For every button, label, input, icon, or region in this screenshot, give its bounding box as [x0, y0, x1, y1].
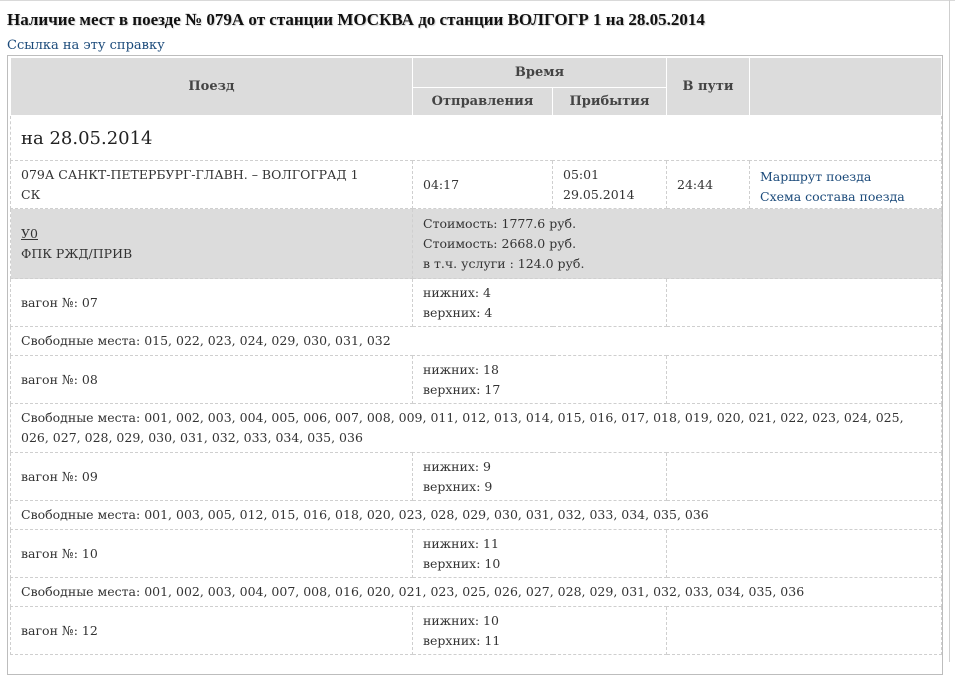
departure-time: 04:17: [412, 160, 553, 209]
wagon-number: вагон №: 12: [10, 606, 413, 655]
route-link[interactable]: Маршрут поезда: [760, 167, 931, 187]
wagon-empty-cell: [666, 278, 942, 327]
lower-berths: нижних: 9: [423, 458, 492, 474]
arrival-cell: 05:01 29.05.2014: [552, 160, 667, 209]
wagon-row: вагон №: 07 нижних: 4 верхних: 4: [10, 278, 942, 327]
free-seats-row: Свободные места: 015, 022, 023, 024, 029…: [10, 326, 942, 356]
car-class-cell: У0 ФПК РЖД/ПРИВ: [10, 208, 413, 279]
travel-duration: 24:44: [666, 160, 750, 209]
wagon-berths: нижних: 4 верхних: 4: [412, 278, 667, 327]
train-class: СК: [21, 186, 41, 202]
wagon-empty-cell: [666, 606, 942, 655]
carrier-name: ФПК РЖД/ПРИВ: [21, 245, 133, 261]
car-class-code[interactable]: У0: [21, 224, 402, 244]
car-class-row: У0 ФПК РЖД/ПРИВ Стоимость: 1777.6 руб. С…: [10, 208, 942, 279]
service-cost: в т.ч. услуги : 124.0 руб.: [423, 255, 585, 271]
wagon-number: вагон №: 10: [10, 529, 413, 578]
upper-berths: верхних: 9: [423, 478, 493, 494]
wagon-empty-cell: [666, 529, 942, 578]
upper-berths: верхних: 11: [423, 632, 501, 648]
lower-berths: нижних: 4: [423, 284, 492, 300]
lower-berths: нижних: 11: [423, 535, 499, 551]
arrival-time: 05:01: [563, 166, 600, 182]
header-time: Время: [412, 57, 667, 88]
availability-table: Поезд Время В пути Отправления Прибытия …: [10, 57, 942, 655]
cost-line-1: Стоимость: 1777.6 руб.: [423, 215, 577, 231]
wagon-row: вагон №: 12 нижних: 10 верхних: 11: [10, 606, 942, 655]
train-scheme-link[interactable]: Схема состава поезда: [760, 187, 931, 207]
report-link[interactable]: Ссылка на эту справку: [7, 38, 165, 53]
table-header-row-1: Поезд Время В пути: [10, 57, 942, 116]
header-arrival: Прибытия: [552, 87, 667, 116]
wagon-berths: нижних: 18 верхних: 17: [412, 355, 667, 404]
wagon-row: вагон №: 09 нижних: 9 верхних: 9: [10, 452, 942, 501]
wagon-berths: нижних: 9 верхних: 9: [412, 452, 667, 501]
top-divider: [0, 0, 955, 1]
header-links: [749, 57, 942, 116]
wagon-number: вагон №: 09: [10, 452, 413, 501]
wagon-berths: нижних: 11 верхних: 10: [412, 529, 667, 578]
cost-cell: Стоимость: 1777.6 руб. Стоимость: 2668.0…: [412, 208, 942, 279]
arrival-date: 29.05.2014: [563, 186, 635, 202]
free-seats-row: Свободные места: 001, 003, 005, 012, 015…: [10, 500, 942, 530]
free-seats: Свободные места: 001, 002, 003, 004, 005…: [10, 403, 942, 453]
wagon-empty-cell: [666, 452, 942, 501]
wagon-row: вагон №: 10 нижних: 11 верхних: 10: [10, 529, 942, 578]
header-travel-time: В пути: [666, 57, 750, 116]
date-row: на 28.05.2014: [10, 115, 942, 161]
wagon-number: вагон №: 08: [10, 355, 413, 404]
wagon-empty-cell: [666, 355, 942, 404]
train-info-cell: 079А САНКТ-ПЕТЕРБУРГ-ГЛАВН. – ВОЛГОГРАД …: [10, 160, 413, 209]
free-seats: Свободные места: 015, 022, 023, 024, 029…: [10, 326, 942, 356]
header-departure: Отправления: [412, 87, 553, 116]
page-scroll-edge: [949, 0, 950, 662]
header-train: Поезд: [10, 57, 413, 116]
date-label: на 28.05.2014: [10, 115, 942, 161]
train-name: 079А САНКТ-ПЕТЕРБУРГ-ГЛАВН. – ВОЛГОГРАД …: [21, 166, 359, 182]
train-links-cell: Маршрут поезда Схема состава поезда: [749, 160, 942, 209]
cost-line-2: Стоимость: 2668.0 руб.: [423, 235, 577, 251]
page-title: Наличие мест в поезде № 079А от станции …: [7, 10, 705, 29]
lower-berths: нижних: 10: [423, 612, 499, 628]
wagon-row: вагон №: 08 нижних: 18 верхних: 17: [10, 355, 942, 404]
lower-berths: нижних: 18: [423, 361, 499, 377]
wagon-number: вагон №: 07: [10, 278, 413, 327]
train-row: 079А САНКТ-ПЕТЕРБУРГ-ГЛАВН. – ВОЛГОГРАД …: [10, 160, 942, 209]
upper-berths: верхних: 4: [423, 304, 493, 320]
free-seats-row: Свободные места: 001, 002, 003, 004, 005…: [10, 403, 942, 453]
upper-berths: верхних: 10: [423, 555, 501, 571]
wagon-berths: нижних: 10 верхних: 11: [412, 606, 667, 655]
upper-berths: верхних: 17: [423, 381, 501, 397]
free-seats-row: Свободные места: 001, 002, 003, 004, 007…: [10, 577, 942, 607]
free-seats: Свободные места: 001, 003, 005, 012, 015…: [10, 500, 942, 530]
free-seats: Свободные места: 001, 002, 003, 004, 007…: [10, 577, 942, 607]
